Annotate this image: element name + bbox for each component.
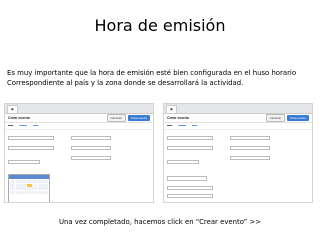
form-header-title: Crear evento [8,116,30,120]
intro-text: Es muy importante que la hora de emisión… [7,68,317,88]
date-field[interactable] [8,160,40,164]
intro-line-2: Correspondiente al país y la zona donde … [7,79,244,87]
create-event-button[interactable]: Crear evento [127,115,150,121]
calendar-grid[interactable] [9,179,49,195]
subtab-2[interactable]: ▬▬▬ [19,124,27,128]
form-header-title: Crear evento [167,116,189,120]
date-field[interactable] [167,160,199,164]
subtab-3[interactable]: ▬▬ [33,124,38,128]
timezone-field[interactable] [167,186,213,190]
screenshot-create-event-time: ▣ Crear evento Cancelar Crear evento ▬▬ … [163,103,313,203]
location-field[interactable] [167,146,213,150]
location-field[interactable] [8,146,54,150]
slide-title: Hora de emisión [94,16,226,35]
form-header: Crear evento Cancelar Crear evento [164,114,312,123]
duration-field[interactable] [167,194,213,198]
browser-tab: ▣ [7,105,18,113]
subtab-3[interactable]: ▬▬ [192,124,197,128]
subtab-1[interactable]: ▬▬ [8,124,13,128]
intro-line-1: Es muy importante que la hora de emisión… [7,69,297,77]
time-field[interactable] [167,176,207,181]
create-event-button[interactable]: Crear evento [286,115,309,121]
browser-tab-bar: ▣ [164,104,312,114]
form-header: Crear evento Cancelar Crear evento [5,114,153,123]
right-field-1[interactable] [230,136,270,140]
screenshot-create-event-datepicker: ▣ Crear evento Cancelar Crear evento ▬▬ … [4,103,154,203]
subtab-2[interactable]: ▬▬▬ [178,124,186,128]
form-subtabs: ▬▬ ▬▬▬ ▬▬ [5,123,153,130]
browser-tab-bar: ▣ [5,104,153,114]
cancel-button[interactable]: Cancelar [106,114,126,122]
subtab-1[interactable]: ▬▬ [167,124,172,128]
right-field-3[interactable] [230,156,270,160]
date-picker-calendar[interactable] [8,174,50,202]
browser-tab: ▣ [166,105,177,113]
cancel-button[interactable]: Cancelar [265,114,285,122]
title-field[interactable] [167,136,213,140]
slide-footer: Una vez completado, hacemos click en “Cr… [58,218,261,226]
right-field-3[interactable] [71,156,111,160]
form-subtabs: ▬▬ ▬▬▬ ▬▬ [164,123,312,130]
event-form [5,130,153,202]
event-form [164,130,312,202]
right-field-1[interactable] [71,136,111,140]
right-field-2[interactable] [71,146,111,150]
title-field[interactable] [8,136,54,140]
right-field-2[interactable] [230,146,270,150]
